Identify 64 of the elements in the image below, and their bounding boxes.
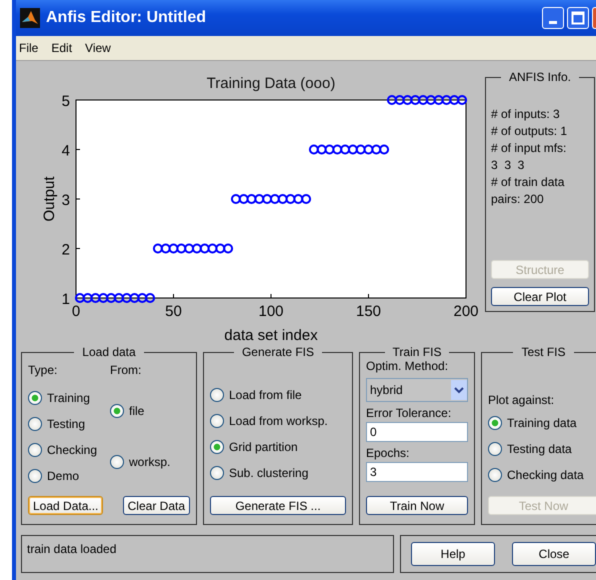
- y-tick-label: 5: [62, 93, 70, 110]
- radio-option[interactable]: Testing: [28, 411, 110, 437]
- menu-item[interactable]: Edit: [51, 41, 72, 55]
- radio-option[interactable]: file: [110, 398, 170, 424]
- panel-title: Test FIS: [520, 345, 566, 359]
- from-label: From:: [110, 363, 142, 377]
- plot-against-label: Plot against:: [488, 393, 556, 407]
- info-text: # of train data: [491, 174, 566, 191]
- radio-option[interactable]: worksp.: [110, 436, 170, 488]
- chart-title: Training Data (ooo): [206, 75, 336, 92]
- dialog-button[interactable]: Close: [512, 542, 596, 566]
- chevron-down-icon: [454, 386, 464, 394]
- info-text: pairs: 200: [491, 191, 545, 208]
- method-label: Optim. Method:: [366, 359, 450, 373]
- epochs-field[interactable]: 3: [366, 462, 468, 482]
- action-button[interactable]: Load Data...: [28, 496, 104, 515]
- radio-option[interactable]: Load from worksp.: [210, 408, 346, 434]
- menu-item[interactable]: File: [19, 41, 38, 55]
- y-axis-label: Output: [41, 176, 58, 222]
- panel-title: Load data: [81, 345, 137, 359]
- tolerance-field[interactable]: 0: [366, 422, 468, 442]
- y-tick-label: 3: [62, 192, 70, 209]
- info-text: # of inputs: 3: [491, 106, 561, 123]
- generate-button[interactable]: Generate FIS ...: [210, 496, 346, 515]
- x-tick-label: 150: [356, 303, 382, 320]
- dialog-button[interactable]: Help: [411, 542, 495, 566]
- radio-option[interactable]: Grid partition: [210, 434, 346, 460]
- x-tick-label: 100: [258, 303, 284, 320]
- maximize-icon: [571, 11, 585, 25]
- epochs-label: Epochs:: [366, 446, 410, 460]
- radio-option[interactable]: Checking: [28, 437, 110, 463]
- radio-option[interactable]: Demo: [28, 463, 110, 489]
- train-button[interactable]: Train Now: [366, 496, 468, 515]
- x-tick-label: 0: [72, 303, 80, 320]
- y-tick-label: 2: [62, 242, 70, 258]
- panel-title: Generate FIS: [240, 345, 316, 359]
- radio-option[interactable]: Training: [28, 385, 110, 411]
- y-tick-label: 4: [62, 142, 70, 160]
- tolerance-label: Error Tolerance:: [366, 406, 452, 420]
- radio-option[interactable]: Checking data: [488, 462, 596, 488]
- radio-option[interactable]: Sub. clustering: [210, 460, 346, 486]
- info-text: # of input mfs:: [491, 140, 568, 157]
- x-axis-label: data set index: [224, 327, 318, 344]
- app-icon: [20, 8, 40, 28]
- info-text: 3 3 3: [491, 157, 526, 174]
- maximize-button[interactable]: [567, 7, 589, 29]
- minimize-icon: [549, 20, 557, 24]
- method-dropdown[interactable]: hybrid: [366, 378, 468, 402]
- status-text: train data loaded: [27, 542, 116, 556]
- panel-title: ANFIS Info.: [508, 70, 572, 84]
- action-button[interactable]: Clear Plot: [491, 287, 589, 306]
- x-tick-label: 200: [453, 303, 479, 320]
- x-tick-label: 50: [165, 303, 182, 320]
- window-title: Anfis Editor: Untitled: [46, 9, 206, 27]
- y-tick-label: 1: [62, 291, 70, 308]
- minimize-button[interactable]: [542, 7, 564, 29]
- action-button[interactable]: Clear Data: [122, 496, 190, 515]
- type-label: Type:: [28, 363, 58, 377]
- radio-option[interactable]: Training data: [488, 410, 596, 436]
- panel-title: Train FIS: [392, 345, 442, 359]
- info-text: # of outputs: 1: [491, 123, 568, 140]
- menu-item[interactable]: View: [85, 41, 111, 55]
- radio-option[interactable]: Testing data: [488, 436, 596, 462]
- radio-option[interactable]: Load from file: [210, 382, 346, 408]
